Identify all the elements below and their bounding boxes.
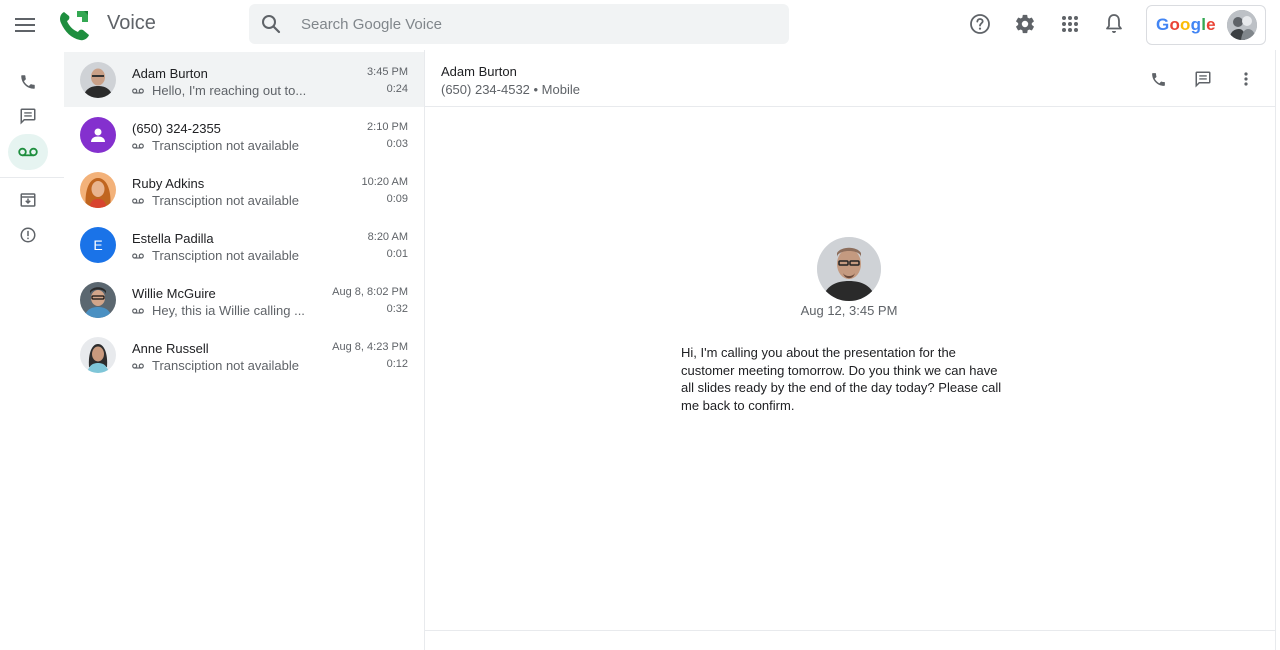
list-item[interactable]: Anne Russell Transciption not available … [64,327,424,382]
avatar [80,282,116,318]
voicemail-preview: Transciption not available [152,248,299,263]
bell-icon [1104,13,1124,35]
voicemail-duration: 0:03 [386,138,408,150]
detail-contact-name[interactable]: Adam Burton [441,64,517,79]
voicemail-duration: 0:12 [386,358,408,370]
contact-name: Estella Padilla [132,231,214,246]
nav-divider [0,177,64,178]
list-item[interactable]: (650) 324-2355 Transciption not availabl… [64,107,424,162]
voicemail-preview: Hello, I'm reaching out to... [152,83,307,98]
voicemail-preview: Transciption not available [152,138,299,153]
phone-icon [19,73,37,91]
message-icon [1194,70,1212,88]
voicemail-duration: 0:24 [386,83,408,95]
voicemail-preview-line: Transciption not available [132,138,299,153]
voicemail-icon [132,307,144,315]
settings-button[interactable] [1013,12,1037,36]
top-bar: Voice Google [0,0,1280,50]
voicemail-preview: Transciption not available [152,358,299,373]
message-icon [19,107,37,125]
help-button[interactable] [968,12,992,36]
list-item[interactable]: Ruby Adkins Transciption not available 1… [64,162,424,217]
voicemail-preview-line: Hey, this ia Willie calling ... [132,303,305,318]
voice-logo-icon[interactable] [56,7,92,43]
voicemail-icon [18,146,38,158]
divider [425,630,1275,631]
voicemail-time: 10:20 AM [361,176,408,188]
left-nav [0,50,64,650]
divider [1275,50,1276,650]
search-icon[interactable] [261,14,281,34]
voicemail-time: Aug 8, 8:02 PM [332,286,408,298]
nav-calls[interactable] [8,64,48,100]
avatar [80,337,116,373]
detail-header: Adam Burton (650) 234-4532 • Mobile [425,50,1275,107]
apps-button[interactable] [1058,12,1082,36]
message-button[interactable] [1192,68,1214,90]
voicemail-list: Adam Burton Hello, I'm reaching out to..… [64,50,425,650]
nav-voicemail[interactable] [8,134,48,170]
archive-icon [19,191,37,209]
more-vert-icon [1244,72,1248,86]
voicemail-time: 3:45 PM [367,66,408,78]
person-icon [89,126,107,144]
avatar [817,237,881,301]
voicemail-duration: 0:32 [386,303,408,315]
contact-name: (650) 324-2355 [132,121,221,136]
voicemail-preview-line: Transciption not available [132,358,299,373]
contact-name: Ruby Adkins [132,176,205,191]
google-logo: Google [1156,15,1216,34]
avatar [80,62,116,98]
spam-icon [19,226,37,244]
voicemail-preview-line: Transciption not available [132,248,299,263]
contact-name: Willie McGuire [132,286,216,301]
phone-icon [1150,71,1167,88]
list-item[interactable]: E Estella Padilla Transciption not avail… [64,217,424,272]
call-button[interactable] [1147,68,1169,90]
voicemail-icon [132,197,144,205]
gear-icon [1014,13,1036,35]
voicemail-icon [132,362,144,370]
voicemail-duration: 0:09 [386,193,408,205]
voicemail-time: 8:20 AM [367,231,408,243]
avatar [80,172,116,208]
more-options-button[interactable] [1235,68,1257,90]
apps-grid-icon [1061,15,1079,33]
voicemail-icon [132,252,144,260]
hamburger-icon [15,18,35,32]
voicemail-date: Aug 12, 3:45 PM [800,303,898,318]
detail-phone-number: (650) 234-4532 • Mobile [441,82,580,97]
voicemail-time: 2:10 PM [367,121,408,133]
avatar: E [80,227,116,263]
voicemail-preview: Hey, this ia Willie calling ... [152,303,305,318]
voicemail-time: Aug 8, 4:23 PM [332,341,408,353]
search-bar[interactable] [249,4,789,44]
voicemail-transcript: Hi, I'm calling you about the presentati… [681,345,1002,413]
voicemail-duration: 0:01 [386,248,408,260]
nav-archive[interactable] [8,182,48,218]
voicemail-detail: Adam Burton (650) 234-4532 • Mobile Aug … [425,50,1275,650]
account-avatar[interactable] [1227,10,1257,40]
contact-name: Anne Russell [132,341,209,356]
voicemail-icon [132,87,144,95]
voicemail-preview-line: Transciption not available [132,193,299,208]
help-icon [969,13,991,35]
avatar-initial: E [93,237,103,253]
main-menu-button[interactable] [12,12,38,38]
notifications-button[interactable] [1102,12,1126,36]
nav-messages[interactable] [8,98,48,134]
contact-name: Adam Burton [132,66,208,81]
account-switcher[interactable]: Google [1146,5,1266,45]
app-title[interactable]: Voice [107,12,156,35]
search-input[interactable] [301,4,771,44]
voicemail-preview: Transciption not available [152,193,299,208]
list-item[interactable]: Willie McGuire Hey, this ia Willie calli… [64,272,424,327]
voicemail-icon [132,142,144,150]
list-item[interactable]: Adam Burton Hello, I'm reaching out to..… [64,52,424,107]
voicemail-preview-line: Hello, I'm reaching out to... [132,83,306,98]
nav-spam[interactable] [8,217,48,253]
avatar [80,117,116,153]
